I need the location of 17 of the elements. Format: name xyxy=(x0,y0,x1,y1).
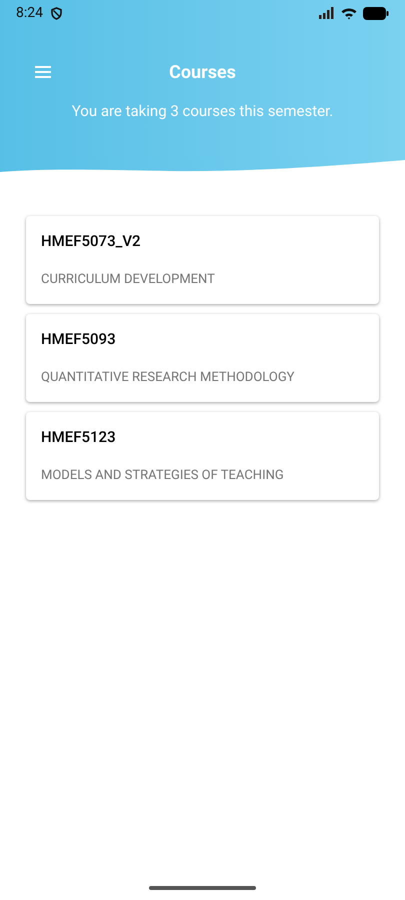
subtitle-text: You are taking 3 courses this semester. xyxy=(70,101,334,122)
course-code: HMEF5093 xyxy=(41,330,117,348)
wifi-icon xyxy=(341,6,357,20)
menu-icon xyxy=(35,66,51,78)
course-code: HMEF5123 xyxy=(41,428,117,446)
course-card[interactable]: HMEF5123 MODELS AND STRATEGIES OF TEACHING xyxy=(26,412,379,500)
shield-icon xyxy=(51,6,62,20)
signal-icon xyxy=(319,7,335,19)
course-card[interactable]: HMEF5073_V2 CURRICULUM DEVELOPMENT xyxy=(26,216,379,304)
battery-icon xyxy=(363,6,389,20)
course-name: MODELS AND STRATEGIES OF TEACHING xyxy=(41,468,285,484)
status-time: 8:24 xyxy=(16,4,43,22)
course-name: QUANTITATIVE RESEARCH METHODOLOGY xyxy=(41,370,296,386)
course-code: HMEF5073_V2 xyxy=(41,232,142,250)
course-name: CURRICULUM DEVELOPMENT xyxy=(41,272,216,288)
course-card[interactable]: HMEF5093 QUANTITATIVE RESEARCH METHODOLOGY xyxy=(26,314,379,402)
page-title: Courses xyxy=(169,60,236,84)
